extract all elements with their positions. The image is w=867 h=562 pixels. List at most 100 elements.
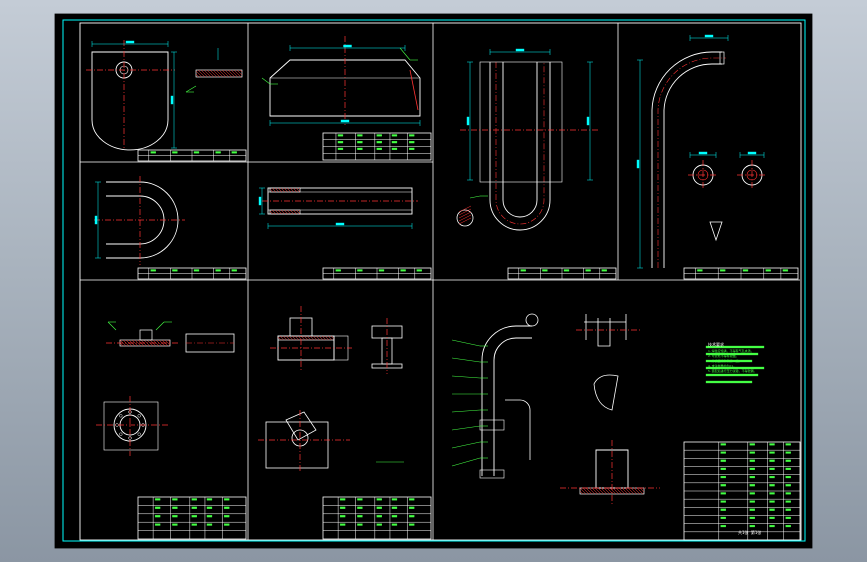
table-cell-text bbox=[231, 151, 237, 154]
table-cell-text bbox=[339, 506, 346, 509]
table-cell-text bbox=[720, 492, 726, 495]
dimension-text-mark bbox=[343, 44, 352, 48]
note-text-line bbox=[705, 366, 765, 370]
table-cell-text bbox=[206, 515, 213, 518]
title-block-sheet-count: 共1张 第1张 bbox=[738, 530, 762, 535]
table-cell-text bbox=[154, 498, 161, 501]
table-cell-text bbox=[769, 492, 775, 495]
table-cell-text bbox=[154, 506, 161, 509]
table-cell-text bbox=[769, 484, 775, 487]
table-cell-text bbox=[720, 443, 726, 446]
table-cell-text bbox=[339, 523, 346, 526]
table-cell-text bbox=[749, 459, 755, 462]
table-cell-text bbox=[224, 506, 230, 509]
table-cell-text bbox=[520, 269, 526, 272]
table-cell-text bbox=[172, 523, 178, 526]
table-cell-text bbox=[749, 484, 755, 487]
table-cell-text bbox=[749, 467, 755, 470]
dimension-text-mark bbox=[258, 196, 262, 206]
table-cell-text bbox=[720, 269, 726, 272]
drawing-paper bbox=[54, 13, 813, 549]
table-cell-text bbox=[749, 500, 755, 503]
table-cell-text bbox=[416, 269, 422, 272]
table-cell-text bbox=[785, 476, 791, 479]
table-cell-text bbox=[765, 269, 771, 272]
table-cell-text bbox=[150, 269, 156, 272]
note-text-line bbox=[705, 345, 765, 349]
dimension-text-mark bbox=[335, 222, 345, 226]
table-cell-text bbox=[785, 467, 791, 470]
table-cell-text bbox=[769, 451, 775, 454]
dimension-text-mark bbox=[586, 116, 590, 126]
table-cell-text bbox=[337, 147, 344, 150]
table-cell-text bbox=[769, 516, 775, 519]
table-cell-text bbox=[172, 498, 178, 501]
table-cell-text bbox=[785, 484, 791, 487]
table-cell-text bbox=[172, 506, 178, 509]
table-cell-text bbox=[191, 498, 197, 501]
table-cell-text bbox=[769, 467, 775, 470]
table-cell-text bbox=[193, 151, 200, 154]
table-cell-text bbox=[335, 269, 341, 272]
table-cell-text bbox=[339, 498, 346, 501]
table-cell-text bbox=[357, 523, 363, 526]
cad-viewport[interactable]: 技术要求 1.焊缝应饱满，不得有气孔夹渣。 2.弯管处不得有褶皱。 3.外表面涂… bbox=[0, 0, 867, 562]
table-cell-text bbox=[769, 500, 775, 503]
table-cell-text bbox=[337, 141, 344, 144]
table-cell-text bbox=[785, 451, 791, 454]
table-cell-text bbox=[154, 523, 161, 526]
table-cell-text bbox=[409, 523, 415, 526]
table-cell-text bbox=[409, 498, 415, 501]
table-cell-text bbox=[376, 147, 382, 150]
table-cell-text bbox=[409, 134, 415, 137]
table-cell-text bbox=[742, 269, 749, 272]
table-cell-text bbox=[191, 523, 197, 526]
note-text-line bbox=[705, 380, 753, 384]
table-cell-text bbox=[785, 525, 791, 528]
table-cell-text bbox=[231, 269, 237, 272]
table-cell-text bbox=[409, 515, 415, 518]
table-cell-text bbox=[224, 523, 230, 526]
table-cell-text bbox=[376, 498, 382, 501]
table-cell-text bbox=[409, 147, 415, 150]
table-cell-text bbox=[376, 506, 382, 509]
table-cell-text bbox=[150, 151, 156, 154]
table-cell-text bbox=[720, 500, 726, 503]
table-cell-text bbox=[785, 508, 791, 511]
table-cell-text bbox=[172, 515, 178, 518]
table-cell-text bbox=[391, 141, 398, 144]
table-cell-text bbox=[357, 134, 363, 137]
table-cell-text bbox=[769, 443, 775, 446]
table-cell-text bbox=[172, 269, 178, 272]
dimension-text-mark bbox=[515, 48, 525, 52]
dimension-text-mark bbox=[698, 151, 708, 155]
table-cell-text bbox=[357, 506, 363, 509]
table-cell-text bbox=[749, 508, 755, 511]
dimension-text-mark bbox=[466, 116, 470, 126]
table-cell-text bbox=[749, 476, 755, 479]
table-cell-text bbox=[720, 508, 726, 511]
table-cell-text bbox=[206, 506, 213, 509]
table-cell-text bbox=[206, 523, 213, 526]
table-cell-text bbox=[720, 476, 726, 479]
table-cell-text bbox=[191, 506, 197, 509]
table-cell-text bbox=[769, 508, 775, 511]
dimension-text-mark bbox=[94, 215, 98, 225]
table-cell-text bbox=[337, 134, 344, 137]
cad-drawing-sheet[interactable] bbox=[0, 0, 867, 562]
note-text-line bbox=[705, 352, 759, 356]
dimension-text-mark bbox=[704, 34, 714, 38]
dimension-text-mark bbox=[747, 151, 757, 155]
table-cell-text bbox=[720, 459, 726, 462]
table-cell-text bbox=[391, 515, 398, 518]
table-cell-text bbox=[785, 443, 791, 446]
table-cell-text bbox=[785, 500, 791, 503]
table-cell-text bbox=[542, 269, 548, 272]
table-cell-text bbox=[391, 498, 398, 501]
table-cell-text bbox=[785, 492, 791, 495]
table-cell-text bbox=[720, 516, 726, 519]
table-cell-text bbox=[376, 141, 382, 144]
table-cell-text bbox=[391, 134, 398, 137]
table-cell-text bbox=[769, 459, 775, 462]
table-cell-text bbox=[782, 269, 789, 272]
